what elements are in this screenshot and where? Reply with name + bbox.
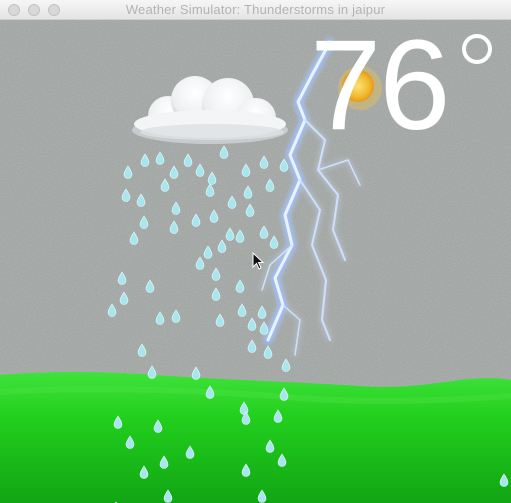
app-window: Weather Simulator: Thunderstorms in jaip… <box>0 0 511 503</box>
weather-scene: 76 <box>0 20 511 503</box>
window-title: Weather Simulator: Thunderstorms in jaip… <box>125 2 386 17</box>
title-bar: Weather Simulator: Thunderstorms in jaip… <box>0 0 511 20</box>
temperature-readout: 76 <box>310 20 450 157</box>
mouse-cursor-icon <box>252 252 265 270</box>
degree-icon <box>462 34 492 64</box>
